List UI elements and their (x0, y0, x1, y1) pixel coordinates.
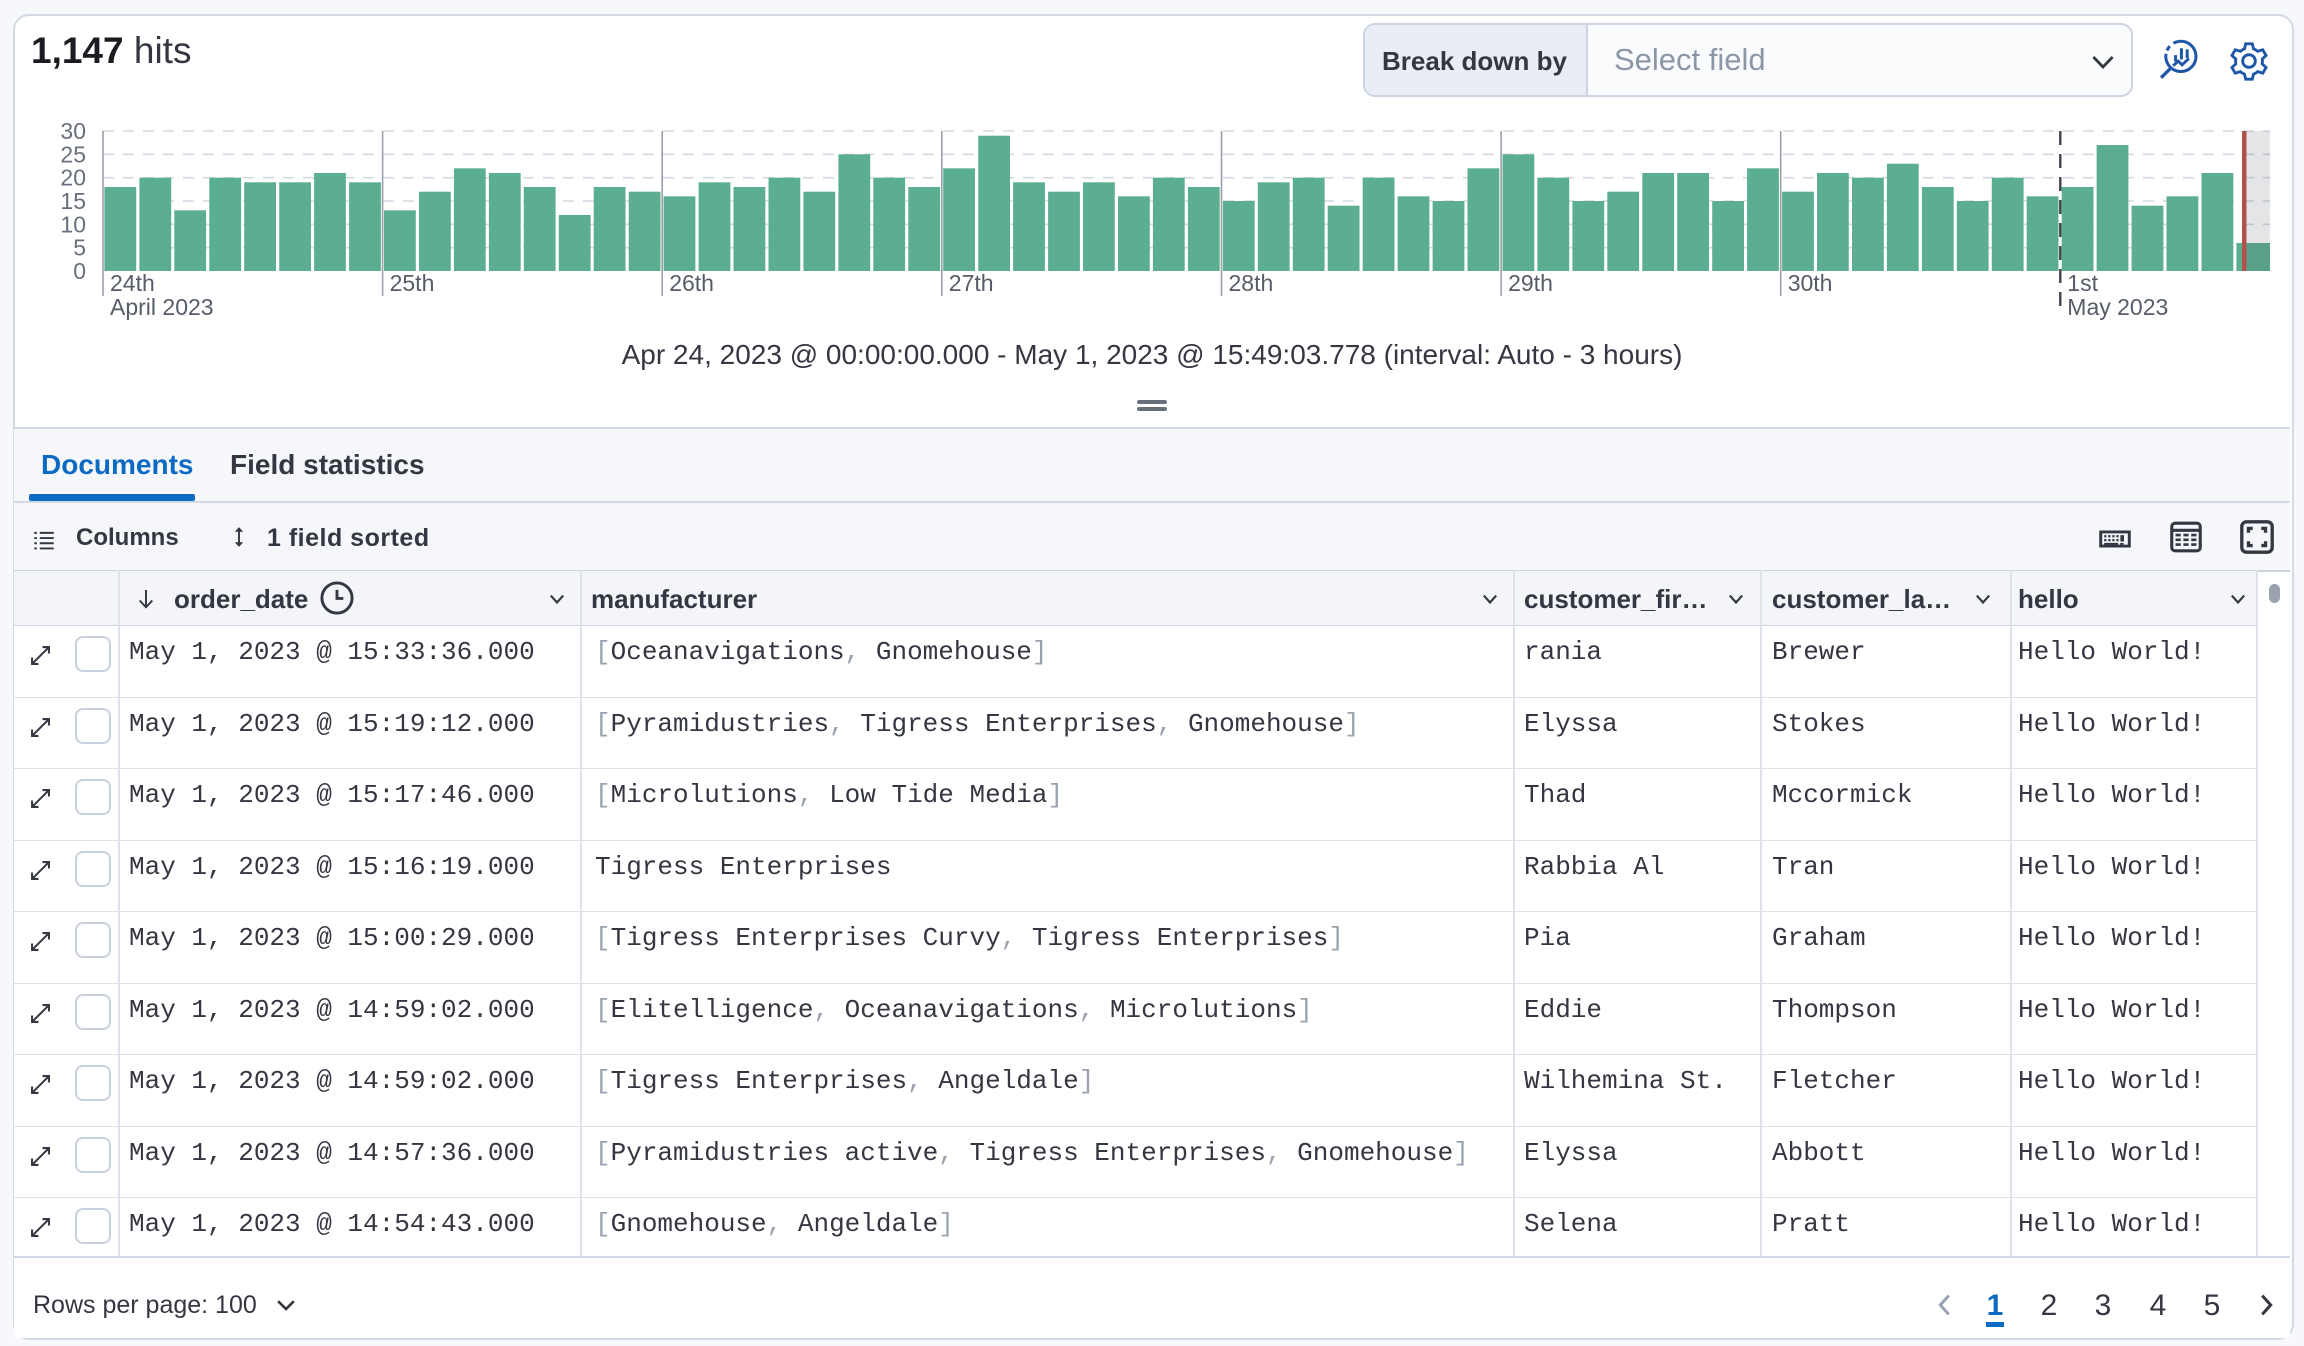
svg-text:26th: 26th (669, 270, 714, 296)
svg-text:29th: 29th (1508, 270, 1553, 296)
svg-text:5: 5 (73, 235, 86, 261)
svg-text:25th: 25th (390, 270, 435, 296)
svg-text:1st: 1st (2067, 270, 2098, 296)
svg-text:10: 10 (60, 211, 86, 237)
svg-text:0: 0 (73, 258, 86, 284)
svg-text:27th: 27th (949, 270, 994, 296)
svg-text:24th: 24th (110, 270, 155, 296)
svg-text:30: 30 (60, 118, 86, 144)
svg-text:May 2023: May 2023 (2067, 294, 2168, 320)
svg-text:28th: 28th (1229, 270, 1274, 296)
svg-text:30th: 30th (1788, 270, 1833, 296)
svg-text:April 2023: April 2023 (110, 294, 214, 320)
svg-text:25: 25 (60, 141, 86, 167)
svg-text:15: 15 (60, 188, 86, 214)
svg-text:20: 20 (60, 165, 86, 191)
